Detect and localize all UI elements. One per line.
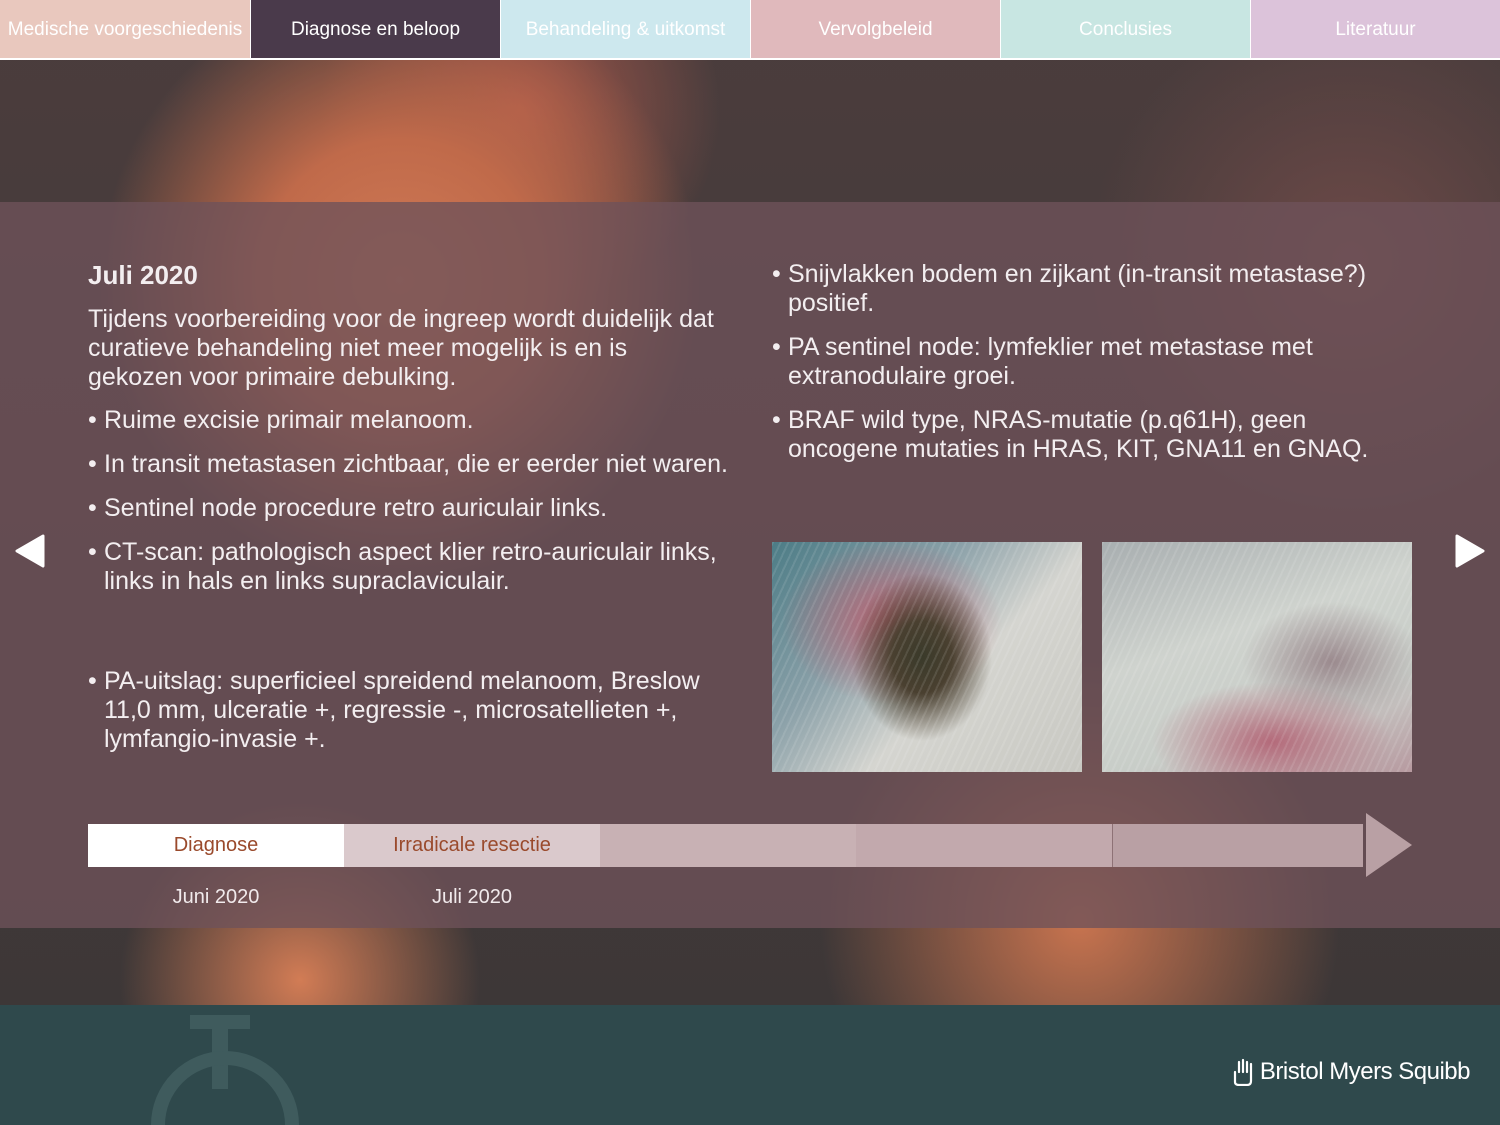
list-item: Snijvlakken bodem en zijkant (in-transit… — [772, 260, 1412, 318]
timeline-step-3[interactable] — [600, 824, 856, 867]
tab-diagnose-en-beloop[interactable]: Diagnose en beloop — [250, 0, 500, 60]
clinical-photo-scalp-after — [1102, 542, 1412, 772]
next-slide-button[interactable] — [1453, 533, 1487, 569]
list-item: In transit metastasen zichtbaar, die er … — [88, 450, 728, 479]
clinical-photo-scalp-lesion — [772, 542, 1082, 772]
tab-literatuur[interactable]: Literatuur — [1250, 0, 1500, 60]
logo-text: Bristol Myers Squibb — [1259, 1058, 1471, 1085]
right-bullet-list: Snijvlakken bodem en zijkant (in-transit… — [772, 260, 1412, 464]
list-item: Sentinel node procedure retro auriculair… — [88, 494, 728, 523]
left-bullet-list: Ruime excisie primair melanoom. In trans… — [88, 406, 728, 596]
hand-icon — [1233, 1058, 1253, 1086]
previous-slide-button[interactable] — [13, 533, 47, 569]
tab-behandeling-uitkomst[interactable]: Behandeling & uitkomst — [500, 0, 750, 60]
pa-result-list: PA-uitslag: superficieel spreidend melan… — [88, 667, 728, 754]
list-item: PA sentinel node: lymfeklier met metasta… — [772, 333, 1412, 391]
timeline-date: Juli 2020 — [431, 886, 513, 908]
timeline-step-diagnose[interactable]: Diagnose — [88, 824, 344, 867]
intro-paragraph: Tijdens voorbereiding voor de ingreep wo… — [88, 305, 714, 391]
list-item: Ruime excisie primair melanoom. — [88, 406, 728, 435]
content-panel: Juli 2020 Tijdens voorbereiding voor de … — [0, 202, 1500, 928]
triangle-right-icon — [1455, 534, 1485, 568]
timeline-arrowhead — [1366, 813, 1412, 877]
left-column: Juli 2020 Tijdens voorbereiding voor de … — [88, 260, 728, 769]
list-item: BRAF wild type, NRAS-mutatie (p.q61H), g… — [772, 406, 1412, 464]
timeline-step-4[interactable] — [856, 824, 1112, 867]
tab-conclusies[interactable]: Conclusies — [1000, 0, 1250, 60]
tab-medische-voorgeschiedenis[interactable]: Medische voorgeschiedenis — [0, 0, 250, 60]
timeline-step-irradicale-resectie[interactable]: Irradicale resectie — [344, 824, 600, 867]
timeline-date: Juni 2020 — [172, 886, 260, 908]
section-tabs: Medische voorgeschiedenis Diagnose en be… — [0, 0, 1500, 60]
triangle-left-icon — [15, 534, 45, 568]
decorative-emblem-icon — [151, 1015, 299, 1125]
list-item: CT-scan: pathologisch aspect klier retro… — [88, 538, 728, 596]
tab-vervolgbeleid[interactable]: Vervolgbeleid — [750, 0, 1000, 60]
timeline-step-5[interactable] — [1112, 824, 1363, 867]
section-heading: Juli 2020 — [88, 260, 198, 290]
right-column: Snijvlakken bodem en zijkant (in-transit… — [772, 260, 1412, 479]
timeline: Diagnose Irradicale resectie Juni 2020 J… — [88, 813, 1412, 908]
list-item: PA-uitslag: superficieel spreidend melan… — [88, 667, 728, 754]
brand-logo: Bristol Myers Squibb — [1232, 1058, 1471, 1086]
